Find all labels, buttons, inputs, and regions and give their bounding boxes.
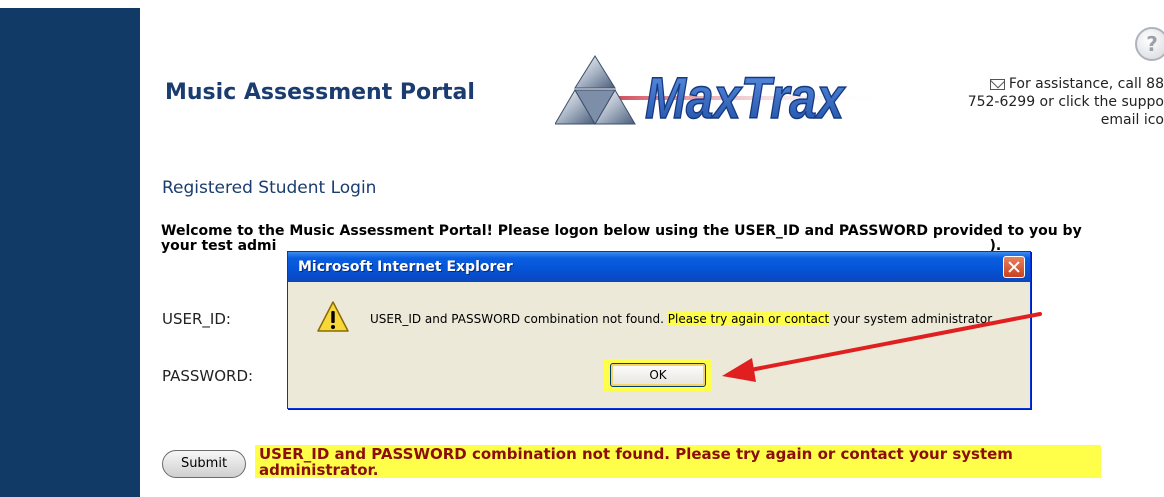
left-sidebar-bar xyxy=(0,8,140,497)
maxtrax-logo: MaxTrax xyxy=(555,55,885,132)
ok-button[interactable]: OK xyxy=(610,363,706,387)
welcome-text: Welcome to the Music Assessment Portal! … xyxy=(161,224,1164,254)
error-message-banner: USER_ID and PASSWORD combination not fou… xyxy=(255,445,1101,478)
error-dialog: Microsoft Internet Explorer USER_ID and … xyxy=(287,251,1031,409)
dialog-message-highlight: Please try again or contact xyxy=(667,312,830,326)
assist-line-1: For assistance, call 88 xyxy=(1008,76,1164,92)
dialog-titlebar[interactable]: Microsoft Internet Explorer xyxy=(288,252,1030,282)
logo-text: MaxTrax xyxy=(645,66,846,131)
portal-title: Music Assessment Portal xyxy=(165,80,475,105)
welcome-line-1: Welcome to the Music Assessment Portal! … xyxy=(161,224,1082,239)
dialog-close-icon[interactable] xyxy=(1003,256,1025,278)
submit-button[interactable]: Submit xyxy=(162,450,246,478)
dialog-title: Microsoft Internet Explorer xyxy=(298,259,513,275)
assist-line-3: email ico xyxy=(1100,112,1164,128)
password-label: PASSWORD: xyxy=(162,367,254,385)
dialog-message-part-1: USER_ID and PASSWORD combination not fou… xyxy=(370,312,664,326)
dialog-message: USER_ID and PASSWORD combination not fou… xyxy=(370,312,992,326)
logo-triangle-top xyxy=(574,55,616,89)
dialog-message-part-2: your system administrator xyxy=(832,312,993,326)
help-support-icon[interactable]: ? xyxy=(1135,27,1164,61)
email-icon[interactable] xyxy=(989,78,1005,90)
login-heading: Registered Student Login xyxy=(162,178,377,198)
assist-line-2: 752-6299 or click the suppo xyxy=(967,94,1164,110)
user-id-label: USER_ID: xyxy=(162,310,231,328)
warning-icon xyxy=(317,301,349,332)
assistance-text: For assistance, call 88 752-6299 or clic… xyxy=(854,75,1164,129)
